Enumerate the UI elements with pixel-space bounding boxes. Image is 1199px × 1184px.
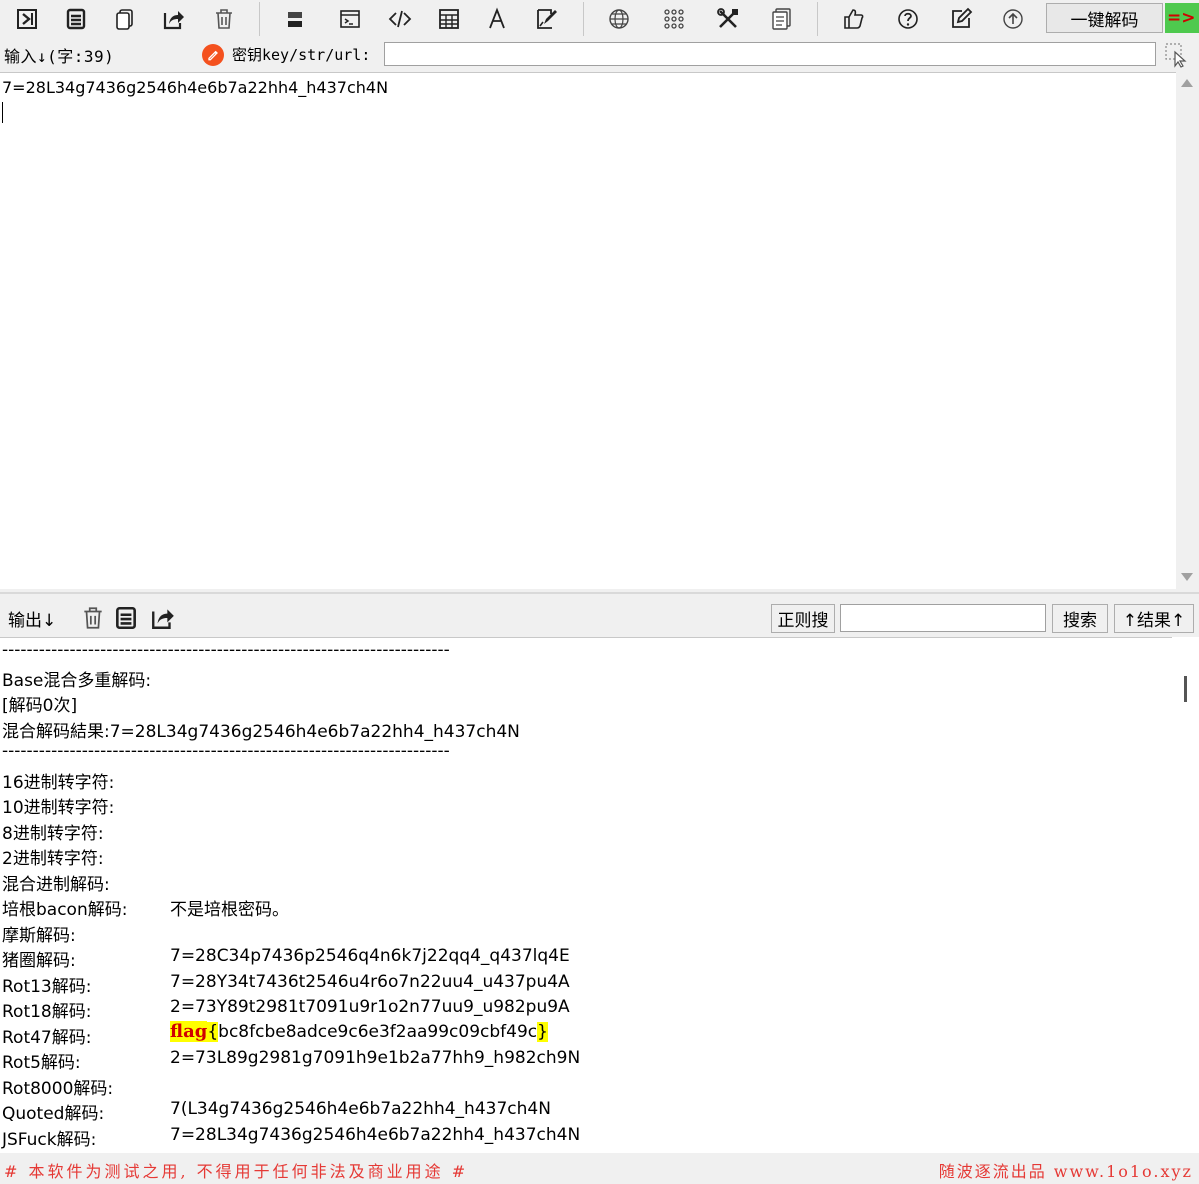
share-icon[interactable] [159, 4, 189, 34]
thumbs-up-icon[interactable] [839, 4, 869, 34]
input-scrollbar[interactable] [1176, 72, 1199, 588]
output-line-label: 16进制转字符: [2, 773, 115, 793]
trash-icon[interactable] [80, 605, 106, 631]
output-label: 输出↓ [8, 611, 57, 631]
globe-icon[interactable] [604, 4, 634, 34]
pane-splitter[interactable] [0, 592, 1199, 594]
input-text[interactable]: 7=28L34g7436g2546h4e6b7a22hh4_h437ch4N [2, 78, 388, 97]
copy-all-icon[interactable] [61, 4, 91, 34]
tools-icon[interactable] [713, 4, 743, 34]
flag-brace-close: } [537, 1022, 548, 1042]
regex-input[interactable] [840, 604, 1046, 632]
toolbar: 一键解码 => [0, 0, 1199, 38]
grid-icon[interactable] [659, 4, 689, 34]
output-line-label: [解码0次] [2, 696, 78, 716]
copy-icon[interactable] [110, 4, 140, 34]
input-label: 输入↓(字:39) [4, 47, 115, 66]
output-line-value: 不是培根密码。 [170, 900, 289, 920]
scroll-up-arrow-icon[interactable] [1181, 79, 1193, 87]
input-textarea[interactable] [0, 72, 1176, 589]
output-line-label: 10进制转字符: [2, 798, 115, 818]
scrollbar-thumb[interactable] [1184, 676, 1187, 702]
flag-keyword: flag [170, 1021, 208, 1042]
output-line-label: Rot18解码: [2, 1002, 92, 1022]
trash-icon[interactable] [209, 4, 239, 34]
output-scrollbar[interactable] [1172, 637, 1199, 1153]
output-line-label: Rot8000解码: [2, 1079, 114, 1099]
disclaimer-text: # 本软件为测试之用, 不得用于任何非法及商业用途 # [4, 1162, 469, 1181]
output-line-label: 培根bacon解码: [2, 900, 128, 920]
separator-line: ----------------------------------------… [2, 741, 450, 761]
panel-toggle-indicator[interactable]: => [1165, 3, 1199, 33]
rot47-flag-result: flag{bc8fcbe8adce9c6e3f2aa99c09cbf49c} [170, 1021, 548, 1042]
author-credit[interactable]: 随波逐流出品 www.1o1o.xyz [939, 1158, 1193, 1182]
edit-icon[interactable] [946, 4, 976, 34]
output-line-label: 摩斯解码: [2, 926, 76, 946]
output-line-label: 8进制转字符: [2, 824, 104, 844]
key-icon [202, 44, 224, 66]
share-icon[interactable] [150, 605, 176, 631]
regex-search-button[interactable]: 正则搜 [771, 604, 835, 633]
key-label: 密钥key/str/url: [232, 46, 371, 64]
output-line-label: 混合解码結果:7=28L34g7436g2546h4e6b7a22hh4_h43… [2, 722, 520, 742]
output-line-label: Base混合多重解码: [2, 671, 152, 691]
one-click-decode-button[interactable]: 一键解码 [1046, 3, 1163, 33]
sign-icon[interactable] [532, 4, 562, 34]
output-line-value: 2=73L89g2981g7091h9e1b2a77hh9_h982ch9N [170, 1048, 581, 1068]
separator [817, 2, 818, 36]
upload-icon[interactable] [998, 4, 1028, 34]
table-icon[interactable] [434, 4, 464, 34]
output-line-label: Quoted解码: [2, 1104, 105, 1124]
output-line-value: 2=73Y89t2981t7091u9r1o2n77uu9_u982pu9A [170, 997, 570, 1017]
output-line-value: 7(L34g7436g2546h4e6b7a22hh4_h437ch4N [170, 1099, 551, 1119]
text-caret [2, 102, 3, 123]
flag-brace-open: { [207, 1022, 219, 1042]
separator-line: ----------------------------------------… [2, 640, 450, 660]
cursor-select-icon[interactable] [1164, 42, 1190, 68]
output-textarea[interactable]: ----------------------------------------… [0, 637, 1172, 1154]
output-line-label: Rot13解码: [2, 977, 92, 997]
document-icon[interactable] [767, 4, 797, 34]
console-icon[interactable] [335, 4, 365, 34]
output-line-value: 7=28L34g7436g2546h4e6b7a22hh4_h437ch4N [170, 1125, 581, 1145]
output-line-label: 混合进制解码: [2, 875, 110, 895]
base64-icon[interactable] [280, 4, 310, 34]
font-icon[interactable] [482, 4, 512, 34]
output-line-label: JSFuck解码: [2, 1130, 97, 1150]
output-line-label: Rot47解码: [2, 1028, 92, 1048]
code-icon[interactable] [385, 4, 415, 34]
output-line-value: 7=28Y34t7436t2546u4r6o7n22uu4_u437pu4A [170, 972, 570, 992]
output-line-label: Rot5解码: [2, 1053, 81, 1073]
flag-body: bc8fcbe8adce9c6e3f2aa99c09cbf49c [218, 1022, 538, 1042]
scroll-down-arrow-icon[interactable] [1181, 573, 1193, 581]
output-line-label: 猪圈解码: [2, 951, 76, 971]
search-button[interactable]: 搜索 [1052, 604, 1108, 633]
help-icon[interactable] [893, 4, 923, 34]
key-input[interactable] [384, 42, 1156, 66]
separator [583, 2, 584, 36]
result-toggle-button[interactable]: ↑结果↑ [1114, 604, 1194, 633]
output-line-value: 7=28C34p7436p2546q4n6k7j22qq4_q437lq4E [170, 946, 570, 966]
output-line-label: 2进制转字符: [2, 849, 104, 869]
separator [259, 2, 260, 36]
copy-all-icon[interactable] [113, 605, 139, 631]
import-icon[interactable] [12, 4, 42, 34]
